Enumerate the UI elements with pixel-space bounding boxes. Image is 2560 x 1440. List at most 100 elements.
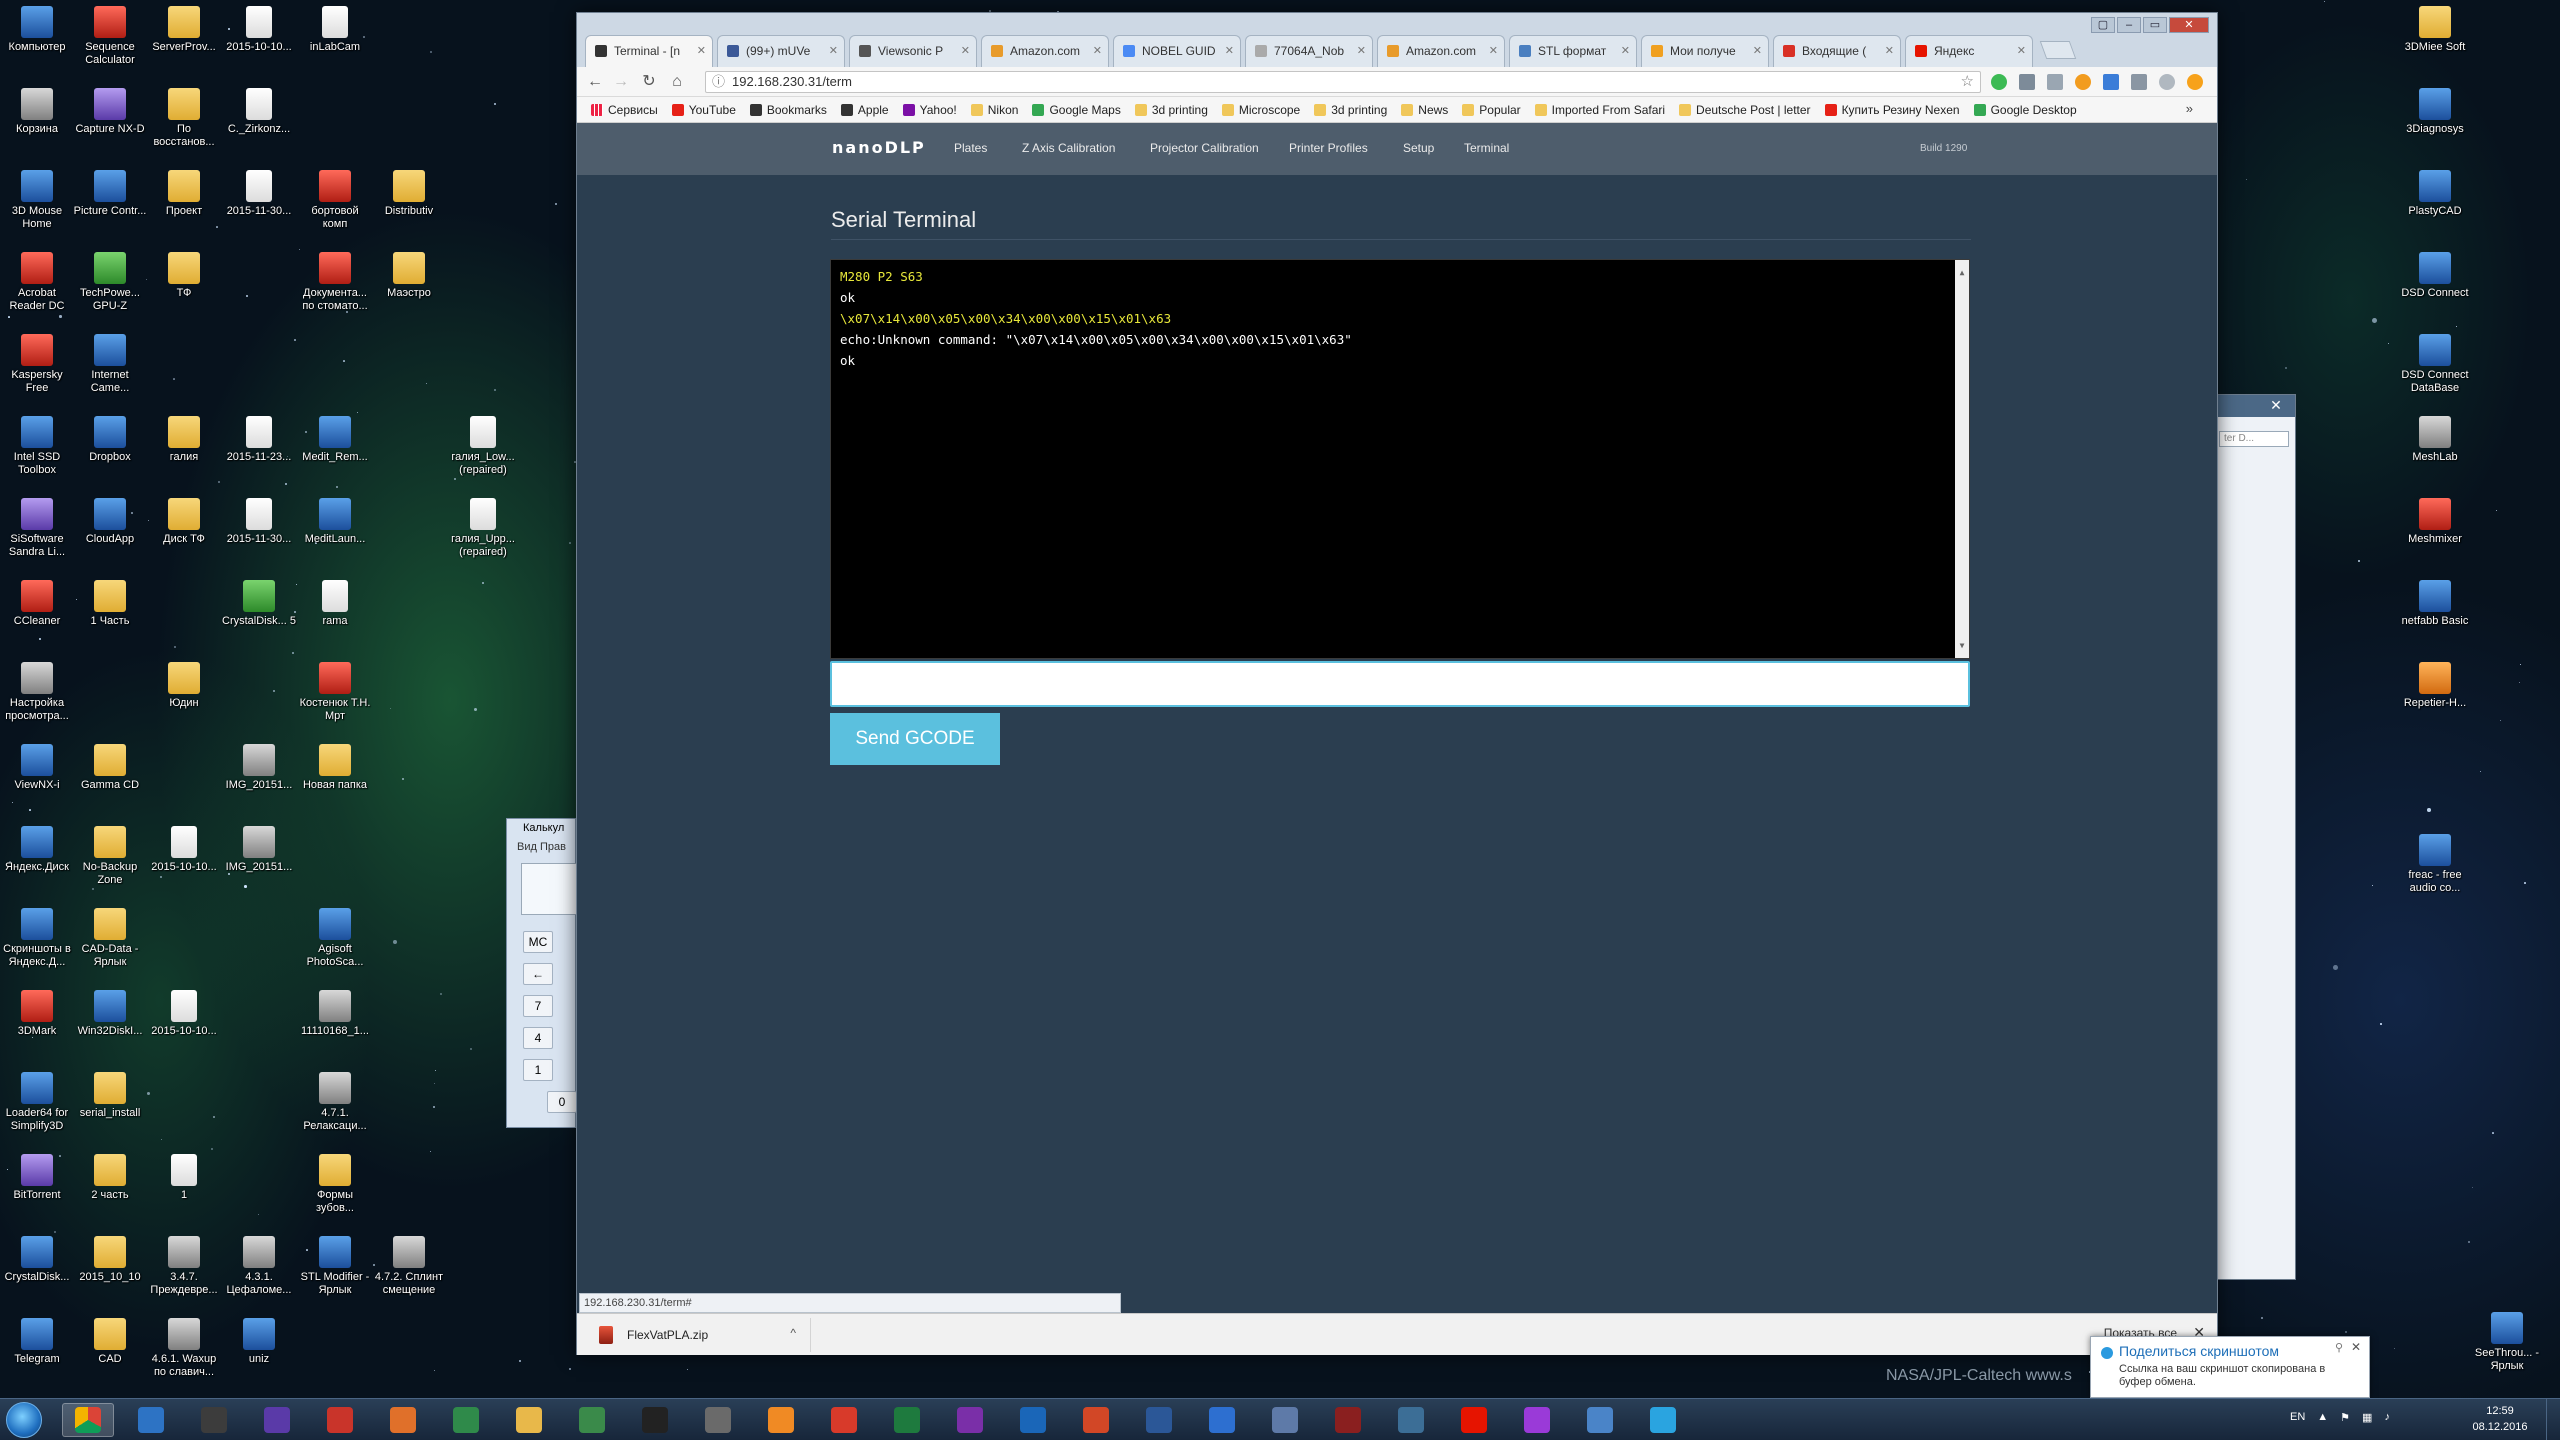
bookmark-item[interactable]: Apple xyxy=(840,103,889,117)
extension-box-icon[interactable] xyxy=(2019,74,2035,90)
desktop-icon[interactable]: CCleaner xyxy=(0,580,74,628)
info-icon[interactable]: ⓘ xyxy=(712,72,725,92)
desktop-icon[interactable]: Telegram xyxy=(0,1318,74,1366)
tab-close-icon[interactable]: ✕ xyxy=(1093,36,1102,66)
calculator-key-1[interactable]: 1 xyxy=(523,1059,553,1081)
desktop-icon[interactable]: галия_Upp... (repaired) xyxy=(446,498,520,559)
taskbar-app-weibo[interactable] xyxy=(818,1403,870,1437)
desktop-icon[interactable]: ТФ xyxy=(147,252,221,300)
nav-terminal[interactable]: Terminal xyxy=(1464,141,1509,155)
desktop-icon[interactable]: DSD Connect DataBase xyxy=(2398,334,2472,395)
pin-icon[interactable]: ⚲ xyxy=(2335,1341,2343,1354)
desktop-icon[interactable]: По восстанов... xyxy=(147,88,221,149)
tab-close-icon[interactable]: ✕ xyxy=(2017,36,2026,66)
nav-z-axis-calibration[interactable]: Z Axis Calibration xyxy=(1022,141,1115,155)
taskbar-app-yandex[interactable] xyxy=(1448,1403,1500,1437)
desktop-icon[interactable]: serial_install xyxy=(73,1072,147,1120)
bookmark-item[interactable]: Deutsche Post | letter xyxy=(1679,103,1811,117)
calculator-window[interactable]: Калькул Вид Прав MC ← 7 4 1 0 xyxy=(506,818,577,1128)
desktop-icon[interactable]: 3D Mouse Home xyxy=(0,170,74,231)
show-desktop-button[interactable] xyxy=(2546,1399,2560,1440)
desktop-icon[interactable]: TechPowe... GPU-Z xyxy=(73,252,147,313)
desktop-icon[interactable]: CrystalDisk... 5 xyxy=(222,580,296,628)
taskbar-app-outlook[interactable] xyxy=(125,1403,177,1437)
send-gcode-button[interactable]: Send GCODE xyxy=(830,713,1000,765)
taskbar-app-visual-studio[interactable] xyxy=(1196,1403,1248,1437)
desktop-icon[interactable]: Скриншоты в Яндекс.Д... xyxy=(0,908,74,969)
bookmark-item[interactable]: Google Desktop xyxy=(1973,103,2077,117)
extension-orange-icon[interactable] xyxy=(2075,74,2091,90)
desktop-icon[interactable]: Маэстро xyxy=(372,252,446,300)
desktop-icon[interactable]: rama xyxy=(298,580,372,628)
calculator-key-0[interactable]: 0 xyxy=(547,1091,577,1113)
desktop-icon[interactable]: CloudApp xyxy=(73,498,147,546)
desktop-icon[interactable]: 4.7.2. Сплинт смещение xyxy=(372,1236,446,1297)
desktop-icon[interactable]: uniz xyxy=(222,1318,296,1366)
desktop-icon[interactable]: 4.7.1. Релаксаци... xyxy=(298,1072,372,1133)
language-indicator[interactable]: EN xyxy=(2290,1411,2305,1424)
tab-close-icon[interactable]: ✕ xyxy=(1753,36,1762,66)
restore-button[interactable]: ▢ xyxy=(2091,17,2115,33)
bookmark-item[interactable]: Сервисы xyxy=(591,103,658,117)
desktop-icon[interactable]: Picture Contr... xyxy=(73,170,147,218)
bookmark-item[interactable]: Yahoo! xyxy=(902,103,957,117)
desktop-icon[interactable]: 4.3.1. Цефаломе... xyxy=(222,1236,296,1297)
taskbar-app-repetier[interactable] xyxy=(314,1403,366,1437)
desktop-icon[interactable]: Medit_Rem... xyxy=(298,416,372,464)
window-close-button[interactable]: ✕ xyxy=(2169,17,2209,33)
start-button[interactable] xyxy=(6,1402,42,1438)
tab-close-icon[interactable]: ✕ xyxy=(1621,36,1630,66)
desktop-icon[interactable]: Sequence Calculator xyxy=(73,6,147,67)
bookmark-item[interactable]: Nikon xyxy=(970,103,1018,117)
reload-icon[interactable]: ↻ xyxy=(639,72,659,92)
desktop-icon[interactable]: Internet Came... xyxy=(73,334,147,395)
desktop-icon[interactable]: Loader64 for Simplify3D xyxy=(0,1072,74,1133)
taskbar-app-draw[interactable] xyxy=(1322,1403,1374,1437)
taskbar-app-excel[interactable] xyxy=(881,1403,933,1437)
taskbar-app-calc[interactable] xyxy=(1574,1403,1626,1437)
desktop-icon[interactable]: галия_Low... (repaired) xyxy=(446,416,520,477)
bookmark-item[interactable]: Imported From Safari xyxy=(1534,103,1665,117)
taskbar-app-monitor[interactable] xyxy=(440,1403,492,1437)
desktop-icon[interactable]: Проект xyxy=(147,170,221,218)
tab-7[interactable]: STL формат ✕ xyxy=(1509,35,1637,67)
flag-icon[interactable]: ⚑ xyxy=(2340,1411,2350,1424)
desktop-icon[interactable]: 2015-10-10... xyxy=(222,6,296,54)
tab-close-icon[interactable]: ✕ xyxy=(1885,36,1894,66)
desktop-icon[interactable]: inLabCam xyxy=(298,6,372,54)
screenshot-notification[interactable]: Поделиться скриншотом Ссылка на ваш скри… xyxy=(2090,1336,2370,1398)
extension-page-icon[interactable] xyxy=(2047,74,2063,90)
desktop-icon[interactable]: CrystalDisk... xyxy=(0,1236,74,1284)
desktop-icon[interactable]: 3DMiee Soft xyxy=(2398,6,2472,54)
tray-arrow-icon[interactable]: ▲ xyxy=(2317,1411,2328,1424)
taskbar-app-settings[interactable] xyxy=(1259,1403,1311,1437)
volume-icon[interactable]: ♪ xyxy=(2384,1411,2390,1424)
desktop-icon[interactable]: C._Zirkonz... xyxy=(222,88,296,136)
desktop-icon[interactable]: ServerProv... xyxy=(147,6,221,54)
network-icon[interactable]: ▦ xyxy=(2362,1411,2372,1424)
close-icon[interactable]: ✕ xyxy=(2351,1340,2361,1354)
desktop-icon[interactable]: MeditLaun... xyxy=(298,498,372,546)
bookmark-item[interactable]: News xyxy=(1401,103,1448,117)
tab-3[interactable]: Amazon.com ✕ xyxy=(981,35,1109,67)
calculator-key-7[interactable]: 7 xyxy=(523,995,553,1017)
bookmark-item[interactable]: Купить Резину Nexen xyxy=(1824,103,1960,117)
desktop-icon[interactable]: Agisoft PhotoSca... xyxy=(298,908,372,969)
desktop-icon[interactable]: Dropbox xyxy=(73,416,147,464)
background-window[interactable]: ✕ ter D... xyxy=(2210,394,2296,1280)
desktop-icon[interactable]: 2015-10-10... xyxy=(147,990,221,1038)
brand-logo[interactable]: nanoDLP xyxy=(832,138,926,157)
taskbar-app-telegram[interactable] xyxy=(1637,1403,1689,1437)
taskbar-app-notepad[interactable] xyxy=(566,1403,618,1437)
desktop-icon[interactable]: 1 xyxy=(147,1154,221,1202)
bookmark-item[interactable]: Microscope xyxy=(1221,103,1300,117)
extension-gear-icon[interactable] xyxy=(2159,74,2175,90)
desktop-icon[interactable]: Kaspersky Free xyxy=(0,334,74,395)
minimize-button[interactable]: – xyxy=(2117,17,2141,33)
desktop-icon[interactable]: Яндекс.Диск xyxy=(0,826,74,874)
bookmark-item[interactable]: Popular xyxy=(1462,103,1521,117)
calculator-key-mc[interactable]: MC xyxy=(523,931,553,953)
taskbar-app-powerpoint[interactable] xyxy=(1070,1403,1122,1437)
menu-alert-icon[interactable] xyxy=(2187,74,2203,90)
desktop-icon[interactable]: netfabb Basic xyxy=(2398,580,2472,628)
